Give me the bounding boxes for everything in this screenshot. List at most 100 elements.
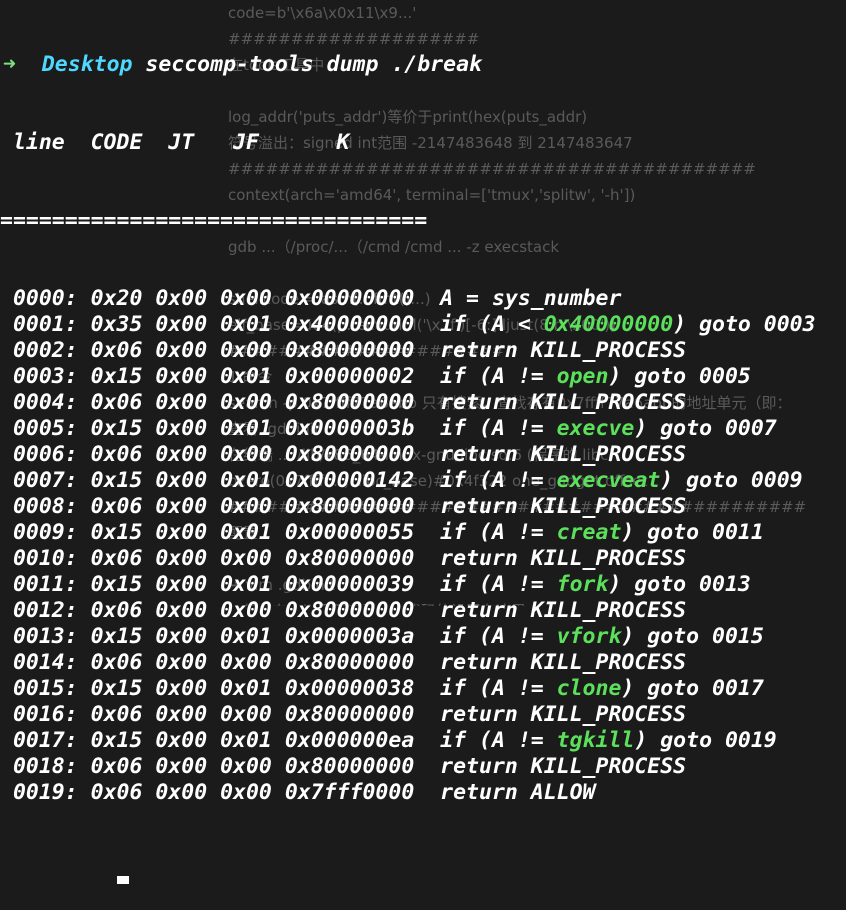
bpf-code: 0x06 [90, 546, 143, 571]
bpf-line-number: 0012: [0, 598, 78, 623]
bpf-code: 0x15 [90, 624, 143, 649]
bpf-line-number: 0002: [0, 338, 78, 363]
bpf-row: 0008: 0x06 0x00 0x00 0x80000000 return K… [0, 494, 846, 520]
bpf-statement: return KILL_PROCESS [440, 338, 687, 363]
bpf-line-number: 0015: [0, 676, 78, 701]
bpf-row: 0016: 0x06 0x00 0x00 0x80000000 return K… [0, 702, 846, 728]
bpf-line-number: 0007: [0, 468, 78, 493]
bpf-jf: 0x01 [220, 468, 272, 493]
bpf-syscall-highlight: execveat [556, 468, 661, 493]
bpf-line-number: 0004: [0, 390, 78, 415]
bpf-goto: ) goto 0007 [634, 416, 777, 441]
bpf-statement: if (A != [440, 364, 557, 389]
bpf-jt: 0x00 [155, 364, 208, 389]
bpf-statement: return KILL_PROCESS [440, 702, 687, 727]
bpf-syscall-highlight: clone [556, 676, 622, 701]
bpf-row: 0017: 0x15 0x00 0x01 0x000000ea if (A !=… [0, 728, 846, 754]
bpf-line-number: 0019: [0, 780, 78, 805]
bpf-jf: 0x00 [220, 780, 272, 805]
bpf-row: 0013: 0x15 0x00 0x01 0x0000003a if (A !=… [0, 624, 846, 650]
bpf-k: 0x80000000 [284, 338, 415, 363]
prompt-command: seccomp-tools dump ./break [145, 52, 482, 77]
bpf-goto: ) goto 0017 [621, 676, 764, 701]
bpf-jf: 0x01 [220, 312, 272, 337]
bpf-syscall-highlight: open [556, 364, 609, 389]
bpf-k: 0x7fff0000 [284, 780, 415, 805]
bpf-code: 0x06 [90, 702, 143, 727]
bpf-goto: ) goto 0009 [660, 468, 803, 493]
bpf-row: 0006: 0x06 0x00 0x00 0x80000000 return K… [0, 442, 846, 468]
bpf-row: 0000: 0x20 0x00 0x00 0x00000000 A = sys_… [0, 286, 846, 312]
bpf-code: 0x06 [90, 494, 143, 519]
bpf-statement: if (A != [440, 520, 557, 545]
bpf-statement: if (A != [440, 676, 557, 701]
bpf-jf: 0x01 [220, 728, 272, 753]
bpf-statement: return KILL_PROCESS [440, 650, 687, 675]
bpf-k: 0x40000000 [284, 312, 415, 337]
bpf-jt: 0x00 [155, 338, 208, 363]
bpf-k: 0x00000002 [284, 364, 415, 389]
prompt-directory: Desktop [41, 52, 133, 77]
bpf-line-number: 0003: [0, 364, 78, 389]
table-header: line CODE JT JF K [0, 130, 350, 155]
bpf-code: 0x06 [90, 650, 143, 675]
bpf-jf: 0x01 [220, 572, 272, 597]
bpf-jt: 0x00 [155, 494, 208, 519]
bpf-row: 0014: 0x06 0x00 0x00 0x80000000 return K… [0, 650, 846, 676]
bpf-code: 0x35 [90, 312, 143, 337]
bpf-line-number: 0016: [0, 702, 78, 727]
bpf-code: 0x15 [90, 676, 143, 701]
bpf-statement: return KILL_PROCESS [440, 754, 687, 779]
bpf-row: 0010: 0x06 0x00 0x00 0x80000000 return K… [0, 546, 846, 572]
bpf-k: 0x0000003b [284, 416, 415, 441]
bpf-k: 0x80000000 [284, 546, 415, 571]
bpf-jt: 0x00 [155, 286, 208, 311]
bpf-jf: 0x01 [220, 676, 272, 701]
bpf-jt: 0x00 [155, 572, 208, 597]
bpf-k: 0x00000142 [284, 468, 415, 493]
bpf-line-number: 0018: [0, 754, 78, 779]
bpf-jt: 0x00 [155, 598, 208, 623]
bpf-statement: return KILL_PROCESS [440, 390, 687, 415]
bpf-k: 0x80000000 [284, 390, 415, 415]
bpf-jt: 0x00 [155, 520, 208, 545]
bpf-jt: 0x00 [155, 676, 208, 701]
terminal[interactable]: ➜ Desktop seccomp-tools dump ./break lin… [0, 0, 846, 884]
prompt-arrow-icon: ➜ [3, 52, 16, 77]
bpf-k: 0x0000003a [284, 624, 415, 649]
bpf-line-number: 0005: [0, 416, 78, 441]
bpf-jf: 0x01 [220, 624, 272, 649]
bpf-rows: 0000: 0x20 0x00 0x00 0x00000000 A = sys_… [0, 286, 846, 806]
bpf-jt: 0x00 [155, 702, 208, 727]
bpf-code: 0x15 [90, 468, 143, 493]
bpf-syscall-highlight: fork [556, 572, 609, 597]
bpf-syscall-highlight: 0x40000000 [543, 312, 674, 337]
bpf-jt: 0x00 [155, 650, 208, 675]
bpf-goto: ) goto 0005 [608, 364, 751, 389]
bpf-k: 0x00000039 [284, 572, 415, 597]
bpf-goto: ) goto 0015 [621, 624, 764, 649]
bpf-jt: 0x00 [155, 624, 208, 649]
bpf-row: 0011: 0x15 0x00 0x01 0x00000039 if (A !=… [0, 572, 846, 598]
bpf-jt: 0x00 [155, 416, 208, 441]
prompt-line: ➜ Desktop seccomp-tools dump ./break [0, 52, 846, 78]
bpf-code: 0x20 [90, 286, 143, 311]
bpf-jt: 0x00 [155, 442, 208, 467]
bpf-line-number: 0009: [0, 520, 78, 545]
bpf-goto: ) goto 0011 [621, 520, 764, 545]
bpf-row: 0005: 0x15 0x00 0x01 0x0000003b if (A !=… [0, 416, 846, 442]
bpf-k: 0x80000000 [284, 650, 415, 675]
bpf-line-number: 0013: [0, 624, 78, 649]
bpf-syscall-highlight: tgkill [556, 728, 635, 753]
bpf-statement: if (A != [440, 468, 557, 493]
bpf-jf: 0x00 [220, 442, 272, 467]
bpf-row: 0009: 0x15 0x00 0x01 0x00000055 if (A !=… [0, 520, 846, 546]
terminal-cursor [116, 876, 129, 884]
bpf-line-number: 0014: [0, 650, 78, 675]
bpf-k: 0x80000000 [284, 494, 415, 519]
bpf-statement: return KILL_PROCESS [440, 494, 687, 519]
bpf-jf: 0x00 [220, 546, 272, 571]
bpf-line-number: 0008: [0, 494, 78, 519]
bpf-syscall-highlight: vfork [556, 624, 622, 649]
bpf-statement: if (A != [440, 572, 557, 597]
